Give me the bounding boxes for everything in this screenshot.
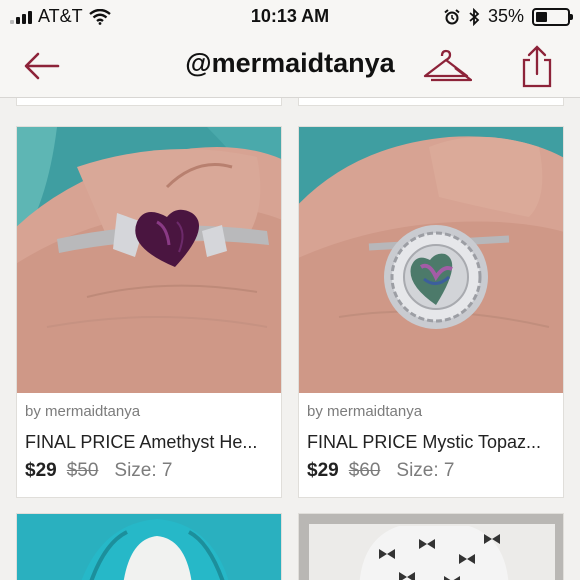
listing-original-price: $50: [66, 460, 99, 481]
listing-photo[interactable]: [299, 127, 563, 393]
listing-price: $29: [307, 460, 339, 481]
page-title: @mermaidtanya: [185, 48, 395, 78]
listing-size: Size: 7: [114, 460, 173, 481]
listing-price: $29: [25, 460, 57, 481]
alarm-icon: [444, 8, 460, 24]
listing-photo[interactable]: [17, 127, 281, 393]
listing-price-row: $29 $60 Size: 7: [307, 460, 455, 482]
listing-seller[interactable]: by mermaidtanya: [25, 403, 140, 420]
battery-percent: 35%: [487, 6, 524, 26]
topaz-ring-photo: [299, 127, 563, 393]
next-listing-card[interactable]: [298, 513, 564, 580]
listing-title[interactable]: FINAL PRICE Amethyst He...: [25, 432, 257, 453]
status-right: 35%: [444, 6, 573, 27]
nav-bar: @mermaidtanya: [0, 34, 580, 98]
previous-listing-card[interactable]: [298, 98, 564, 106]
battery-icon: [532, 7, 573, 26]
listing-seller[interactable]: by mermaidtanya: [307, 403, 422, 420]
listing-feed[interactable]: by mermaidtanya FINAL PRICE Amethyst He.…: [0, 98, 580, 580]
previous-listing-card[interactable]: [16, 98, 282, 106]
bluetooth-icon: [469, 7, 480, 26]
listing-original-price: $60: [348, 460, 381, 481]
share-icon[interactable]: [520, 44, 554, 88]
battery-fill: [536, 11, 547, 22]
listing-size: Size: 7: [396, 460, 455, 481]
listing-price-row: $29 $50 Size: 7: [25, 460, 173, 482]
status-bar: AT&T 10:13 AM 35%: [0, 0, 580, 34]
hanger-icon[interactable]: [422, 46, 472, 84]
amethyst-ring-photo: [17, 127, 281, 393]
listing-title[interactable]: FINAL PRICE Mystic Topaz...: [307, 432, 541, 453]
bow-top-photo: [299, 514, 563, 580]
listing-card[interactable]: by mermaidtanya FINAL PRICE Mystic Topaz…: [298, 126, 564, 498]
next-listing-card[interactable]: [16, 513, 282, 580]
listing-card[interactable]: by mermaidtanya FINAL PRICE Amethyst He.…: [16, 126, 282, 498]
wig-photo: [17, 514, 281, 580]
